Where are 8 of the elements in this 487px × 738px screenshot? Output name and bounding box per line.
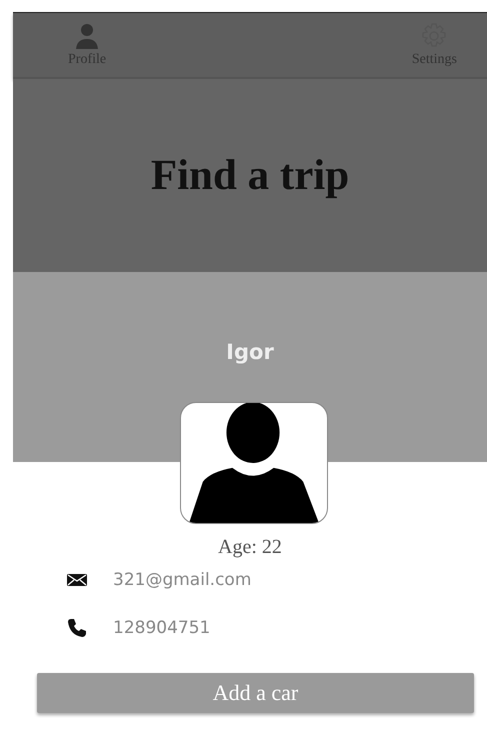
avatar-icon xyxy=(180,402,328,524)
add-car-button[interactable]: Add a car xyxy=(37,673,474,713)
phone-icon xyxy=(66,617,88,639)
phone-text: 128904751 xyxy=(113,618,210,638)
email-text: 321@gmail.com xyxy=(113,570,252,590)
user-name: Igor xyxy=(226,340,274,364)
page-title: Find a trip xyxy=(150,151,350,200)
age-label: Age: 22 xyxy=(218,536,282,559)
